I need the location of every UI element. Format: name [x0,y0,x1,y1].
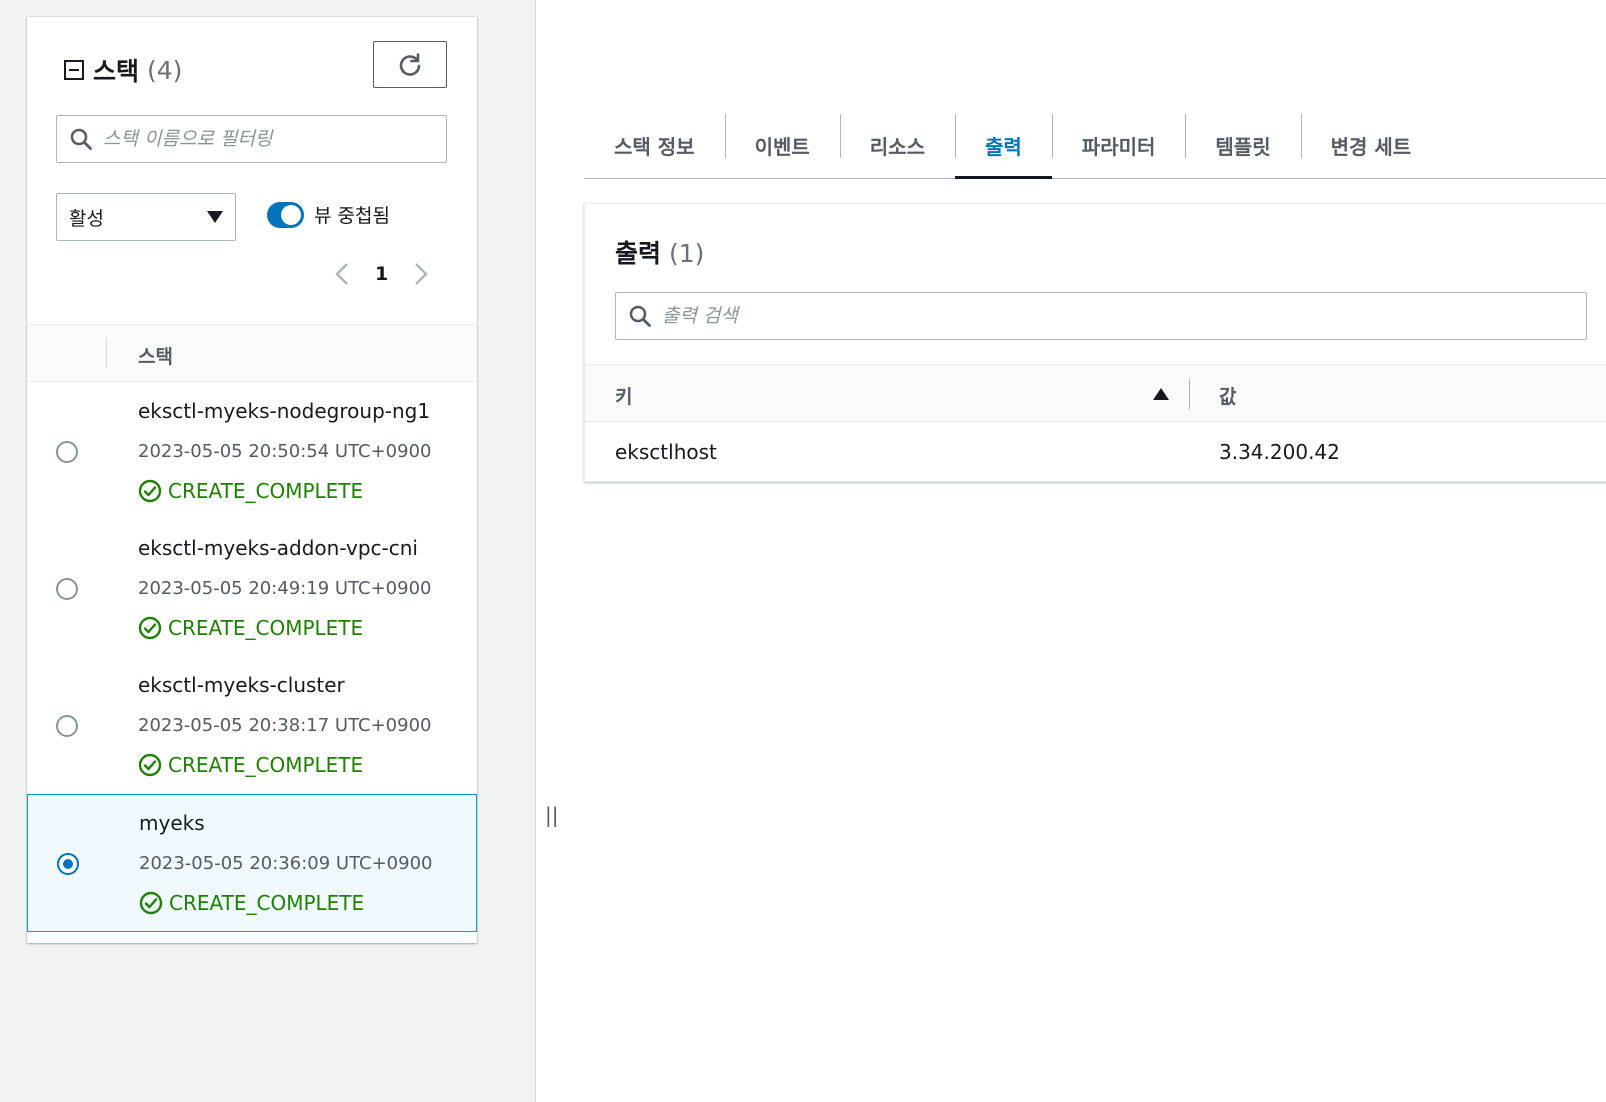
outputs-panel: 출력 (1) 키 값 eksctlhost 3.34.200.42 [584,203,1606,482]
output-search-input[interactable] [662,305,1586,327]
output-value: 3.34.200.42 [1219,440,1340,464]
detail-tabs: 스택 정보 이벤트 리소스 출력 파라미터 템플릿 변경 세트 [584,112,1606,179]
tab-0[interactable]: 스택 정보 [584,112,725,178]
refresh-icon [399,52,421,76]
stack-status: CREATE_COMPLETE [139,891,364,915]
stack-filter-input[interactable] [103,128,446,150]
stack-status: CREATE_COMPLETE [138,753,363,777]
stack-radio[interactable] [57,853,79,875]
collapse-icon[interactable] [63,59,85,81]
nested-view-label: 뷰 중첩됨 [314,205,390,227]
stack-radio[interactable] [56,578,78,600]
outputs-title: 출력 [615,239,662,268]
resize-handle[interactable]: || [545,803,558,827]
stack-name: eksctl-myeks-addon-vpc-cni [138,536,418,560]
tab-2[interactable]: 리소스 [839,112,955,178]
column-divider [1189,379,1190,409]
stack-name: eksctl-myeks-cluster [138,673,345,697]
success-check-icon [138,616,162,640]
page-number[interactable]: 1 [375,263,388,285]
chevron-right-icon[interactable] [414,262,428,286]
stack-row[interactable]: eksctl-myeks-nodegroup-ng1 2023-05-05 20:… [27,383,477,523]
refresh-button[interactable] [373,41,447,88]
caret-down-icon [207,211,223,223]
stacks-pane: 스택 (4) 활성 뷰 중첩됨 [0,0,558,1102]
outputs-table-header: 키 값 [585,364,1606,422]
stack-created-time: 2023-05-05 20:36:09 UTC+0900 [139,853,433,874]
chevron-left-icon[interactable] [335,262,349,286]
toggle-knob [281,204,301,225]
status-filter-value: 활성 [69,207,104,230]
stack-row[interactable]: eksctl-myeks-cluster 2023-05-05 20:38:17 … [27,657,477,797]
pagination: 1 [335,262,428,286]
success-check-icon [138,479,162,503]
stack-radio[interactable] [56,441,78,463]
stack-created-time: 2023-05-05 20:49:19 UTC+0900 [138,578,432,599]
stack-created-time: 2023-05-05 20:50:54 UTC+0900 [138,441,432,462]
stack-column-header[interactable]: 스택 [138,342,173,369]
column-divider [106,338,107,368]
output-search[interactable] [615,292,1587,340]
stack-status-text: CREATE_COMPLETE [168,479,364,503]
stack-status: CREATE_COMPLETE [138,479,363,503]
search-icon [629,305,651,327]
tab-4[interactable]: 파라미터 [1051,112,1186,178]
nested-view-toggle-wrap: 뷰 중첩됨 [267,201,390,228]
tab-5[interactable]: 템플릿 [1185,112,1300,178]
stacks-title: 스택 [93,57,140,86]
tab-1[interactable]: 이벤트 [724,112,840,178]
search-icon [70,128,92,150]
stack-row[interactable]: eksctl-myeks-addon-vpc-cni 2023-05-05 20:… [27,520,477,660]
outputs-count: (1) [669,239,705,268]
success-check-icon [138,753,162,777]
stacks-panel: 스택 (4) 활성 뷰 중첩됨 [27,17,477,943]
stack-status: CREATE_COMPLETE [138,616,363,640]
output-row: eksctlhost 3.34.200.42 [585,422,1606,482]
success-check-icon [139,891,163,915]
output-key: eksctlhost [615,440,717,464]
stack-status-text: CREATE_COMPLETE [168,753,364,777]
stack-created-time: 2023-05-05 20:38:17 UTC+0900 [138,715,432,736]
tab-3[interactable]: 출력 [954,112,1052,179]
stack-name: myeks [139,811,205,835]
tab-6[interactable]: 변경 세트 [1300,112,1442,178]
stack-filter-search[interactable] [56,115,447,163]
status-filter-select[interactable]: 활성 [56,193,236,241]
stack-status-text: CREATE_COMPLETE [168,616,364,640]
nested-view-toggle[interactable] [267,201,304,228]
key-column-header[interactable]: 키 [615,382,632,409]
stacks-list-header: 스택 [27,324,477,382]
stacks-count: (4) [147,55,183,85]
sort-ascending-icon[interactable] [1153,387,1169,401]
outputs-header: 출력 (1) [615,234,704,270]
stack-radio[interactable] [56,715,78,737]
stack-name: eksctl-myeks-nodegroup-ng1 [138,399,431,423]
stacks-panel-header: 스택 (4) [63,52,182,88]
stack-row[interactable]: myeks 2023-05-05 20:36:09 UTC+0900 CREATE_… [27,794,477,932]
value-column-header[interactable]: 값 [1219,382,1236,409]
stack-status-text: CREATE_COMPLETE [169,891,365,915]
